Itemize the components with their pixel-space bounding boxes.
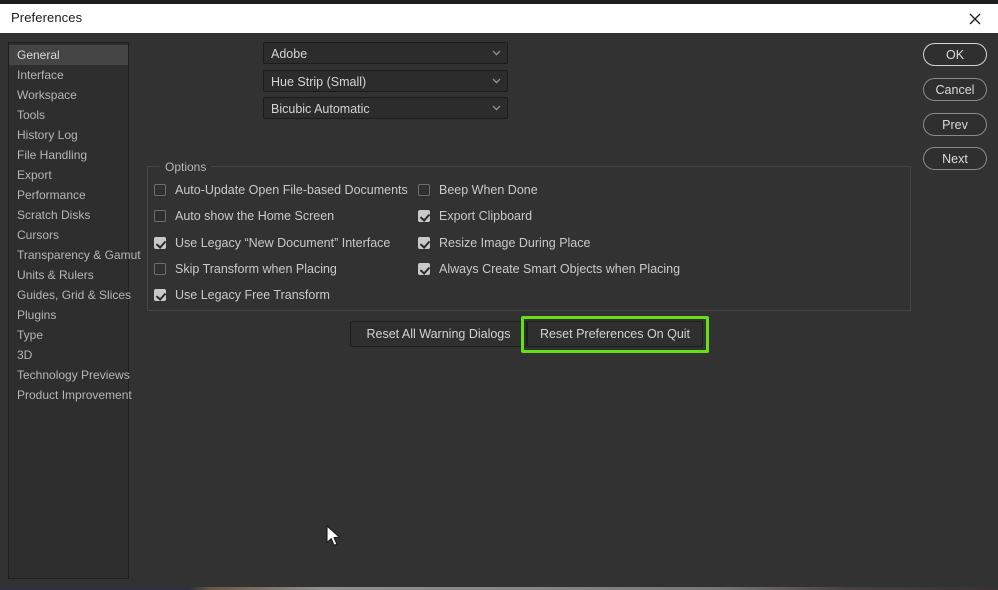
sidebar-item-label: Transparency & Gamut xyxy=(17,248,141,262)
sidebar-item-label: Performance xyxy=(17,188,86,202)
sidebar-item-label: Technology Previews xyxy=(17,368,130,382)
reset-preferences-on-quit-button[interactable]: Reset Preferences On Quit xyxy=(527,321,703,347)
checkbox-label: Auto show the Home Screen xyxy=(175,209,335,223)
checkbox-box xyxy=(154,289,166,301)
title-bar: Preferences xyxy=(0,4,998,33)
sidebar-item-3d[interactable]: 3D xyxy=(9,345,128,365)
preferences-category-list: General Interface Workspace Tools Histor… xyxy=(8,42,141,579)
mouse-pointer-icon xyxy=(326,525,342,549)
sidebar-item-label: Units & Rulers xyxy=(17,268,94,282)
sidebar-item-general[interactable]: General xyxy=(9,45,128,65)
checkbox-label: Beep When Done xyxy=(439,183,538,197)
sidebar-item-file-handling[interactable]: File Handling xyxy=(9,145,128,165)
checkbox-use-legacy-new-document-interface[interactable]: Use Legacy “New Document” Interface xyxy=(154,234,390,252)
sidebar-item-history-log[interactable]: History Log xyxy=(9,125,128,145)
ok-button[interactable]: OK xyxy=(923,43,987,66)
sidebar-item-product-improvement[interactable]: Product Improvement xyxy=(9,385,132,405)
sidebar-item-label: General xyxy=(17,48,60,62)
chevron-down-icon xyxy=(492,78,501,84)
checkbox-skip-transform-when-placing[interactable]: Skip Transform when Placing xyxy=(154,260,337,278)
checkbox-label: Always Create Smart Objects when Placing xyxy=(439,262,681,276)
checkbox-box xyxy=(418,263,430,275)
chevron-down-icon xyxy=(492,105,501,111)
sidebar-item-interface[interactable]: Interface xyxy=(9,65,128,85)
sidebar-item-label: History Log xyxy=(17,128,78,142)
hud-color-picker-select[interactable]: Hue Strip (Small) xyxy=(263,70,508,92)
checkbox-label: Skip Transform when Placing xyxy=(175,262,337,276)
close-icon[interactable] xyxy=(952,4,998,33)
image-interpolation-value: Bicubic Automatic xyxy=(271,102,370,116)
sidebar-item-transparency-gamut[interactable]: Transparency & Gamut xyxy=(9,245,141,265)
checkbox-resize-image-during-place[interactable]: Resize Image During Place xyxy=(418,234,590,252)
sidebar-item-scratch-disks[interactable]: Scratch Disks xyxy=(9,205,128,225)
options-group: Options Auto-Update Open File-based Docu… xyxy=(147,159,911,311)
sidebar-item-label: Product Improvement xyxy=(17,388,132,402)
checkbox-label: Auto-Update Open File-based Documents xyxy=(175,183,408,197)
ok-button-label: OK xyxy=(945,47,965,62)
prev-button[interactable]: Prev xyxy=(923,113,987,136)
color-picker-select[interactable]: Adobe xyxy=(263,42,508,64)
sidebar-item-label: Export xyxy=(17,168,52,182)
checkbox-box xyxy=(154,210,166,222)
checkbox-beep-when-done[interactable]: Beep When Done xyxy=(418,181,538,199)
sidebar-item-guides-grid-slices[interactable]: Guides, Grid & Slices xyxy=(9,285,132,305)
window-title: Preferences xyxy=(11,10,83,25)
sidebar-item-label: File Handling xyxy=(17,148,88,162)
sidebar-item-label: Type xyxy=(17,328,44,342)
checkbox-auto-update-open-file-based-documents[interactable]: Auto-Update Open File-based Documents xyxy=(154,181,408,199)
sidebar-item-units-rulers[interactable]: Units & Rulers xyxy=(9,265,128,285)
checkbox-label: Use Legacy Free Transform xyxy=(175,288,330,302)
sidebar-item-technology-previews[interactable]: Technology Previews xyxy=(9,365,130,385)
prev-button-label: Prev xyxy=(942,117,968,132)
checkbox-box xyxy=(418,237,430,249)
sidebar-item-export[interactable]: Export xyxy=(9,165,128,185)
dialog-body: General Interface Workspace Tools Histor… xyxy=(0,33,998,590)
checkbox-box xyxy=(154,263,166,275)
checkbox-label: Export Clipboard xyxy=(439,209,533,223)
sidebar-item-label: Interface xyxy=(17,68,64,82)
checkbox-box xyxy=(418,184,430,196)
next-button-label: Next xyxy=(942,151,968,166)
sidebar-item-type[interactable]: Type xyxy=(9,325,128,345)
reset-preferences-on-quit-label: Reset Preferences On Quit xyxy=(539,327,691,341)
checkbox-box xyxy=(154,184,166,196)
sidebar-item-label: Plugins xyxy=(17,308,57,322)
checkbox-export-clipboard[interactable]: Export Clipboard xyxy=(418,207,532,225)
reset-all-warning-dialogs-button[interactable]: Reset All Warning Dialogs xyxy=(350,321,527,347)
sidebar-item-label: Cursors xyxy=(17,228,60,242)
sidebar-item-label: Scratch Disks xyxy=(17,208,91,222)
hud-color-picker-value: Hue Strip (Small) xyxy=(271,75,367,89)
checkbox-auto-show-home-screen[interactable]: Auto show the Home Screen xyxy=(154,207,334,225)
sidebar-item-performance[interactable]: Performance xyxy=(9,185,128,205)
sidebar-item-workspace[interactable]: Workspace xyxy=(9,85,128,105)
sidebar-item-cursors[interactable]: Cursors xyxy=(9,225,128,245)
sidebar-item-label: Guides, Grid & Slices xyxy=(17,288,132,302)
sidebar-item-plugins[interactable]: Plugins xyxy=(9,305,128,325)
checkbox-always-create-smart-objects-when-placing[interactable]: Always Create Smart Objects when Placing xyxy=(418,260,680,278)
image-interpolation-select[interactable]: Bicubic Automatic xyxy=(263,97,508,119)
checkbox-box xyxy=(418,210,430,222)
sidebar-item-label: Tools xyxy=(17,108,46,122)
cancel-button-label: Cancel xyxy=(935,82,975,97)
checkbox-use-legacy-free-transform[interactable]: Use Legacy Free Transform xyxy=(154,286,330,304)
chevron-down-icon xyxy=(492,50,501,56)
sidebar-item-label: 3D xyxy=(17,348,33,362)
reset-all-warning-dialogs-label: Reset All Warning Dialogs xyxy=(366,327,511,341)
checkbox-box xyxy=(154,237,166,249)
sidebar-item-label: Workspace xyxy=(17,88,77,102)
preferences-dialog: Preferences General Interface Workspace … xyxy=(0,0,998,590)
color-picker-value: Adobe xyxy=(271,47,308,61)
options-group-label: Options xyxy=(160,159,212,175)
checkbox-label: Use Legacy “New Document” Interface xyxy=(175,236,391,250)
next-button[interactable]: Next xyxy=(923,147,987,170)
cancel-button[interactable]: Cancel xyxy=(923,78,987,101)
sidebar-item-tools[interactable]: Tools xyxy=(9,105,128,125)
checkbox-label: Resize Image During Place xyxy=(439,236,591,250)
